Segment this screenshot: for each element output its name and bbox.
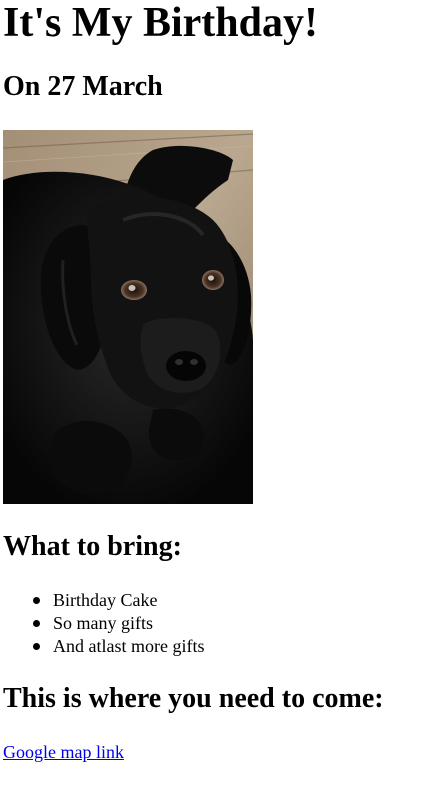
list-item: Birthday Cake — [33, 589, 204, 612]
invitation-page: It's My Birthday! On 27 March What to br… — [0, 0, 429, 793]
google-map-link[interactable]: Google map link — [3, 741, 124, 764]
event-date: On 27 March — [3, 71, 163, 102]
list-item-label: And atlast more gifts — [53, 636, 205, 656]
bullet-icon — [33, 597, 40, 604]
puppy-photo — [3, 130, 253, 504]
bullet-icon — [33, 643, 40, 650]
page-title: It's My Birthday! — [3, 0, 318, 46]
list-item: And atlast more gifts — [33, 635, 204, 658]
bring-heading: What to bring: — [3, 531, 182, 562]
bring-list: Birthday Cake So many gifts And atlast m… — [33, 589, 204, 658]
list-item: So many gifts — [33, 612, 204, 635]
location-heading: This is where you need to come: — [3, 683, 384, 714]
bullet-icon — [33, 620, 40, 627]
list-item-label: Birthday Cake — [53, 590, 158, 610]
list-item-label: So many gifts — [53, 613, 154, 633]
